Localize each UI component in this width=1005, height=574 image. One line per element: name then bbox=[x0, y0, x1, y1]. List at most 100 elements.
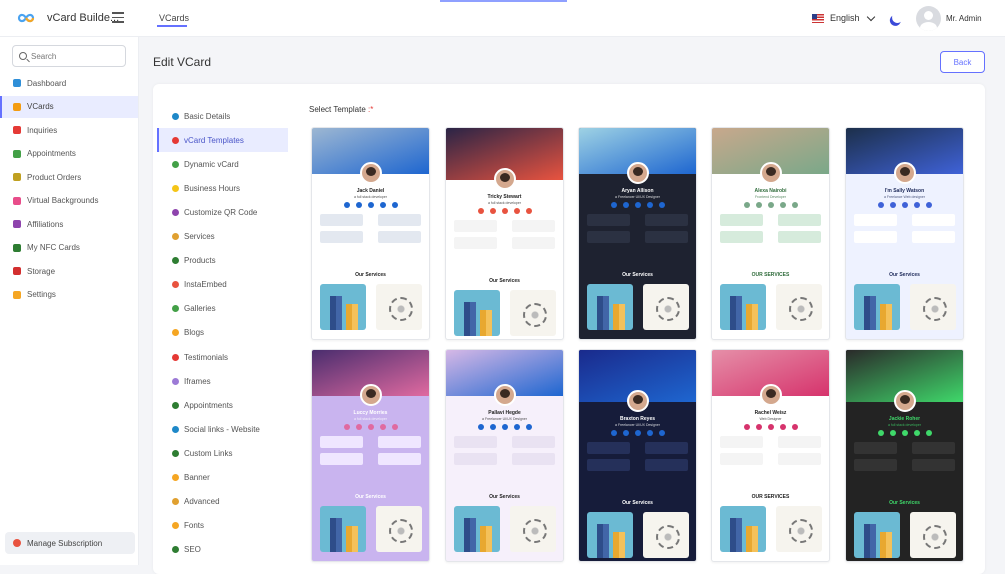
subnav-item-vcard-templates[interactable]: vCard Templates bbox=[157, 128, 288, 153]
template-contact-info bbox=[454, 220, 555, 254]
subnav-item-iframes[interactable]: Iframes bbox=[157, 369, 288, 393]
template-contact-info bbox=[454, 436, 555, 470]
template-profile-photo bbox=[894, 162, 916, 184]
sidebar-item-appointments[interactable]: Appointments bbox=[0, 143, 138, 165]
sidebar-item-label: Inquiries bbox=[27, 125, 58, 135]
subnav-item-instaembed[interactable]: InstaEmbed bbox=[157, 273, 288, 297]
info-block bbox=[912, 214, 955, 226]
social-icon bbox=[367, 424, 374, 430]
subnav-item-label: Services bbox=[184, 232, 215, 241]
subnav-item-dynamic-vcard[interactable]: Dynamic vCard bbox=[157, 152, 288, 176]
template-name: Aryan Allison bbox=[621, 188, 654, 194]
sidebar-item-my-nfc-cards[interactable]: My NFC Cards bbox=[0, 237, 138, 259]
sidebar-item-settings[interactable]: Settings bbox=[0, 284, 138, 306]
subnav-item-banner[interactable]: Banner bbox=[157, 466, 288, 490]
subnav-item-label: Iframes bbox=[184, 376, 211, 386]
info-block bbox=[378, 214, 421, 226]
template-card[interactable]: Luccy Morries a full stack developer Our S… bbox=[311, 349, 430, 562]
link-icon bbox=[172, 449, 179, 457]
back-button[interactable]: Back bbox=[940, 51, 985, 73]
avatar[interactable] bbox=[916, 6, 941, 31]
template-card[interactable]: Pallavi Hegde a Freelancer UI/UX Designer… bbox=[445, 349, 564, 562]
sidebar-item-label: Virtual Backgrounds bbox=[27, 196, 99, 205]
subnav-item-products[interactable]: Products bbox=[157, 249, 288, 273]
subnav-item-business-hours[interactable]: Business Hours bbox=[157, 176, 288, 200]
subnav-item-label: Social links - Website bbox=[184, 424, 260, 434]
sidebar-item-label: Dashboard bbox=[27, 78, 67, 88]
template-name: I'm Sally Watson bbox=[884, 188, 925, 194]
dark-mode-moon-icon[interactable] bbox=[890, 10, 904, 24]
subnav-item-seo[interactable]: SEO bbox=[157, 538, 288, 562]
template-card[interactable]: Jackie Roher a full stack developer Our Se… bbox=[845, 349, 964, 562]
template-service-thumb bbox=[720, 506, 766, 552]
template-card[interactable]: Tricky Stewart a full stack developer Our … bbox=[445, 127, 564, 340]
sidebar-item-affiliations[interactable]: Affiliations bbox=[0, 213, 138, 235]
template-role: Web Designer bbox=[759, 417, 782, 421]
subnav-item-galleries[interactable]: Galleries bbox=[157, 297, 288, 321]
subnav-item-advanced[interactable]: Advanced bbox=[157, 490, 288, 514]
template-social-icons bbox=[579, 202, 696, 208]
social-icon bbox=[610, 202, 617, 208]
subnav-item-label: Fonts bbox=[184, 521, 205, 531]
social-icon bbox=[743, 202, 750, 208]
select-template-label: Select Template :* bbox=[309, 105, 373, 114]
template-role: a Freelancer UI/UX Designer bbox=[482, 417, 527, 421]
sidebar-item-dashboard[interactable]: Dashboard bbox=[0, 72, 138, 94]
template-service-thumb bbox=[854, 512, 900, 558]
template-name: Rachel Weisz bbox=[754, 410, 787, 416]
template-card[interactable]: Rachel Weisz Web Designer OUR SERVICES bbox=[711, 349, 830, 562]
banner-icon bbox=[172, 474, 179, 481]
app-brand[interactable]: vCard Builde... bbox=[47, 12, 119, 24]
template-services-heading: OUR SERVICES bbox=[751, 272, 790, 278]
subnav-item-services[interactable]: Services bbox=[157, 225, 288, 249]
sidebar-item-label: VCards bbox=[27, 102, 54, 111]
language-selector[interactable]: English bbox=[812, 12, 875, 23]
social-icon bbox=[767, 202, 774, 208]
infinity-logo-icon[interactable] bbox=[12, 10, 40, 26]
sidebar-item-inquiries[interactable]: Inquiries bbox=[0, 119, 138, 141]
info-block bbox=[912, 442, 955, 454]
us-flag-icon bbox=[812, 13, 824, 23]
subscription-icon bbox=[13, 539, 21, 547]
social-icon bbox=[501, 424, 508, 430]
manage-subscription-button[interactable]: Manage Subscription bbox=[5, 532, 135, 554]
template-card[interactable]: Braxton Reyes a Freelancer UI/UX Designer… bbox=[578, 349, 697, 562]
subnav-item-fonts[interactable]: Fonts bbox=[157, 514, 288, 538]
info-block bbox=[778, 436, 821, 448]
user-name[interactable]: Mr. Admin bbox=[946, 14, 982, 23]
sidebar-item-vcards[interactable]: VCards bbox=[0, 95, 138, 118]
template-card[interactable]: I'm Sally Watson a Freelance Web designer… bbox=[845, 127, 964, 340]
template-card[interactable]: Jack Daniel a full stack developer Our Ser… bbox=[311, 127, 430, 340]
template-profile-photo bbox=[360, 162, 382, 184]
info-block bbox=[378, 436, 421, 448]
social-icon bbox=[755, 424, 762, 430]
page-title: Edit VCard bbox=[153, 55, 212, 69]
subnav-item-appointments[interactable]: Appointments bbox=[157, 393, 288, 417]
vcard-icon bbox=[13, 102, 21, 111]
template-social-icons bbox=[846, 202, 963, 208]
template-card[interactable]: Alexa Nairobi Frontend Developer OUR SERVI… bbox=[711, 127, 830, 340]
subnav-item-basic-details[interactable]: Basic Details bbox=[157, 104, 288, 128]
social-icon bbox=[779, 424, 786, 430]
subnav-item-testimonials[interactable]: Testimonials bbox=[157, 345, 288, 369]
subnav-item-customize-qr-code[interactable]: Customize QR Code bbox=[157, 200, 288, 224]
subnav-item-social-links-website[interactable]: Social links - Website bbox=[157, 417, 288, 441]
sidebar-item-product-orders[interactable]: Product Orders bbox=[0, 166, 138, 188]
social-icon bbox=[925, 430, 932, 436]
info-block bbox=[720, 453, 763, 465]
template-name: Jack Daniel bbox=[356, 188, 385, 194]
template-service-thumb bbox=[587, 284, 633, 330]
template-contact-info bbox=[320, 436, 421, 470]
template-services-heading: Our Services bbox=[489, 494, 520, 500]
tab-vcards[interactable]: VCards bbox=[159, 13, 189, 23]
sidebar-item-virtual-backgrounds[interactable]: Virtual Backgrounds bbox=[0, 190, 138, 212]
template-service-thumb bbox=[320, 506, 366, 552]
subnav-item-blogs[interactable]: Blogs bbox=[157, 321, 288, 345]
template-card[interactable]: Aryan Allison a Freelancer UI/UX Designer… bbox=[578, 127, 697, 340]
template-services-heading: Our Services bbox=[889, 272, 920, 278]
subnav-item-custom-links[interactable]: Custom Links bbox=[157, 441, 288, 465]
menu-toggle-icon[interactable] bbox=[112, 12, 124, 23]
template-role: a full stack developer bbox=[488, 201, 521, 205]
sidebar-item-storage[interactable]: Storage bbox=[0, 260, 138, 282]
search-input[interactable] bbox=[31, 49, 121, 63]
